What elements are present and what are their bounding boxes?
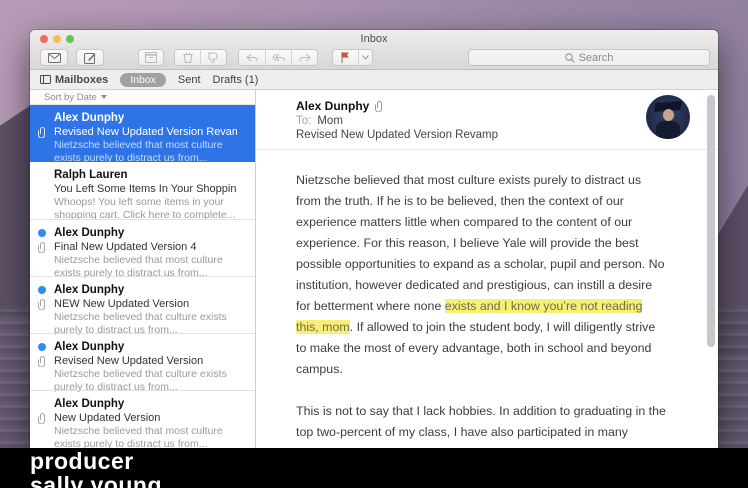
email-sender: Alex Dunphy [54, 284, 125, 296]
thumbs-down-icon [208, 52, 219, 63]
credit-line-1: producer [30, 448, 134, 474]
close-button[interactable] [40, 35, 48, 43]
email-subject: Revised New Updated Version [54, 355, 204, 367]
compose-icon [84, 52, 96, 64]
email-sender: Ralph Lauren [54, 169, 128, 181]
email-sender: Alex Dunphy [54, 112, 125, 124]
forward-icon [299, 53, 311, 62]
flag-button[interactable] [333, 50, 358, 65]
compose-button[interactable] [76, 49, 104, 66]
unread-dot [38, 229, 46, 237]
trash-icon [182, 52, 193, 63]
toolbar: Search [30, 47, 718, 70]
email-subject: New Updated Version [54, 412, 161, 424]
forward-button[interactable] [291, 50, 317, 65]
sort-label: Sort by Date [44, 91, 97, 103]
message-pane: Alex Dunphy To: Mom Revised New Updated V… [256, 90, 718, 448]
paperclip-icon [38, 127, 47, 138]
email-row[interactable]: Alex Dunphy New Updated Version Nietzsch… [30, 390, 255, 448]
reply-all-button[interactable] [265, 50, 291, 65]
search-field[interactable]: Search [468, 49, 710, 66]
avatar-face [663, 109, 674, 121]
email-subject: Final New Updated Version 4 [54, 241, 197, 253]
body-paragraph-2: This is not to say that I lack hobbies. … [296, 404, 666, 448]
email-sender: Alex Dunphy [54, 227, 125, 239]
body-paragraph-1: Nietzsche believed that most culture exi… [296, 170, 668, 380]
sort-header[interactable]: Sort by Date [30, 90, 255, 105]
scrollbar-thumb[interactable] [707, 95, 715, 347]
email-row[interactable]: Alex Dunphy Revised New Updated Version … [30, 105, 255, 164]
reply-all-icon [272, 53, 285, 62]
reply-button[interactable] [239, 50, 265, 65]
to-label: To: [296, 115, 312, 127]
window-title: Inbox [360, 33, 388, 45]
traffic-lights [40, 35, 74, 43]
paperclip-icon [38, 299, 47, 310]
to-recipient: Mom [317, 115, 343, 127]
tab-inbox[interactable]: Inbox [120, 72, 166, 87]
favorites-bar: Mailboxes Inbox Sent Drafts (1) [30, 70, 718, 90]
search-icon [564, 52, 575, 63]
chevron-down-icon [362, 55, 370, 60]
email-row[interactable]: Alex Dunphy NEW New Updated Version Niet… [30, 276, 255, 336]
email-subject: NEW New Updated Version [54, 298, 190, 310]
scrollbar-track[interactable] [707, 93, 716, 443]
paperclip-icon [38, 413, 47, 424]
flag-icon [341, 52, 350, 63]
email-sender: Alex Dunphy [54, 341, 125, 353]
message-body: Nietzsche believed that most culture exi… [256, 150, 668, 448]
credit-overlay-bar: producer sally young [0, 448, 748, 488]
mailboxes-label: Mailboxes [55, 73, 109, 86]
titlebar[interactable]: Inbox [30, 30, 718, 47]
credit-text: producer sally young [30, 448, 163, 488]
paperclip-icon [375, 100, 384, 112]
zoom-button[interactable] [66, 35, 74, 43]
message-sender: Alex Dunphy [296, 99, 370, 113]
message-list: Sort by Date Alex Dunphy Revised New Upd… [30, 90, 256, 448]
paperclip-icon [38, 242, 47, 253]
mailboxes-button[interactable]: Mailboxes [40, 74, 108, 86]
flag-dropdown-button[interactable] [358, 50, 372, 65]
avatar-gown [656, 121, 680, 139]
email-subject: Revised New Updated Version Revamp [54, 126, 237, 138]
p1-pre: Nietzsche believed that most culture exi… [296, 173, 665, 313]
sort-chevron-icon [100, 95, 107, 99]
trash-button[interactable] [175, 50, 200, 65]
flag-group [332, 49, 373, 66]
credit-line-2: sally young [30, 471, 163, 488]
message-header: Alex Dunphy To: Mom Revised New Updated V… [256, 90, 718, 150]
paperclip-icon [38, 356, 47, 367]
unread-dot [38, 286, 46, 294]
tab-sent[interactable]: Sent [178, 74, 201, 86]
junk-button[interactable] [200, 50, 226, 65]
email-row[interactable]: Ralph Lauren You Left Some Items In Your… [30, 162, 255, 221]
email-sender: Alex Dunphy [54, 398, 125, 410]
content-area: Sort by Date Alex Dunphy Revised New Upd… [30, 90, 718, 448]
email-subject: You Left Some Items In Your Shopping Car… [54, 183, 237, 195]
search-placeholder: Search [578, 51, 614, 64]
archive-button[interactable] [138, 49, 164, 66]
minimize-button[interactable] [53, 35, 61, 43]
get-mail-button[interactable] [40, 49, 68, 66]
reply-icon [246, 53, 258, 62]
email-row[interactable]: Alex Dunphy Revised New Updated Version … [30, 333, 255, 393]
unread-dot [38, 343, 46, 351]
email-row[interactable]: Alex Dunphy Final New Updated Version 4 … [30, 219, 255, 279]
archive-icon [145, 52, 157, 63]
tab-drafts[interactable]: Drafts (1) [213, 74, 259, 86]
envelope-icon [47, 52, 61, 63]
mail-window: Inbox Search Mailboxes Inbox Sent Drafts… [30, 30, 718, 448]
reply-group [238, 49, 318, 66]
sidebar-panel-icon [40, 75, 51, 84]
p1-post: . If allowed to join the student body, I… [296, 320, 656, 376]
email-preview: Nietzsche believed that most culture exi… [54, 425, 223, 448]
sender-avatar [646, 95, 690, 139]
trash-junk-group [174, 49, 227, 66]
